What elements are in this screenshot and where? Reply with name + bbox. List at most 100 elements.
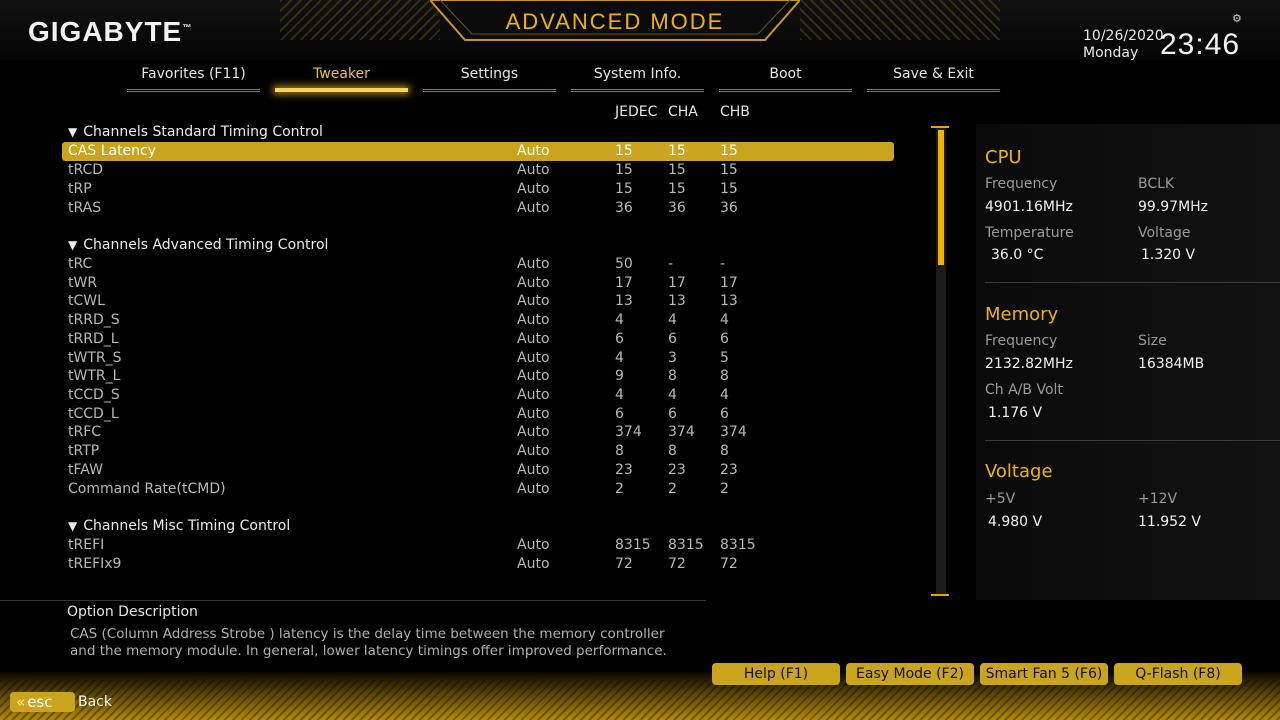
jedec-value: 72 <box>615 556 633 572</box>
memory-volt-value: 1.176 V <box>988 405 1043 421</box>
advanced-mode-banner: ADVANCED MODE <box>430 0 800 42</box>
row-trp[interactable]: tRP Auto 15 15 15 <box>62 180 894 199</box>
tab-system-info[interactable]: System Info. <box>571 66 704 92</box>
section-title: Channels Misc Timing Control <box>83 518 291 534</box>
chb-value: 4 <box>720 312 729 328</box>
tab-label: Boot <box>769 66 802 82</box>
row-tccd-s[interactable]: tCCD_S Auto 4 4 4 <box>62 386 894 405</box>
description-line: and the memory module. In general, lower… <box>70 643 667 659</box>
chb-value: 13 <box>720 293 738 309</box>
esc-label: esc <box>27 693 53 711</box>
tab-favorites[interactable]: Favorites (F11) <box>127 66 260 92</box>
section-standard-timing[interactable]: ▼ Channels Standard Timing Control <box>68 124 323 140</box>
date-display: 10/26/2020 Monday <box>1083 28 1164 62</box>
chb-value: 8 <box>720 443 729 459</box>
cha-value: 23 <box>668 462 686 478</box>
v12-label: +12V <box>1138 491 1178 507</box>
help-button[interactable]: Help (F1) <box>712 663 840 685</box>
row-trefi[interactable]: tREFI Auto 8315 8315 8315 <box>62 536 894 555</box>
cpu-frequency-value: 4901.16MHz <box>985 199 1073 215</box>
row-twtr-s[interactable]: tWTR_S Auto 4 3 5 <box>62 349 894 368</box>
section-advanced-timing[interactable]: ▼ Channels Advanced Timing Control <box>68 237 328 253</box>
row-tras[interactable]: tRAS Auto 36 36 36 <box>62 199 894 218</box>
section-title: Channels Advanced Timing Control <box>83 237 329 253</box>
row-trfc[interactable]: tRFC Auto 374 374 374 <box>62 423 894 442</box>
cha-value: 6 <box>668 406 677 422</box>
esc-button[interactable]: «esc <box>10 692 75 712</box>
day-text: Monday <box>1083 45 1139 61</box>
setting-name: tRCD <box>68 162 104 178</box>
chb-value: 8315 <box>720 537 756 553</box>
chb-value: 4 <box>720 387 729 403</box>
row-command-rate[interactable]: Command Rate(tCMD) Auto 2 2 2 <box>62 480 894 499</box>
cha-value: 4 <box>668 387 677 403</box>
chb-value: 23 <box>720 462 738 478</box>
cpu-temperature-value: 36.0 °C <box>991 247 1044 263</box>
section-title: Channels Standard Timing Control <box>83 124 323 140</box>
row-trtp[interactable]: tRTP Auto 8 8 8 <box>62 442 894 461</box>
jedec-value: 6 <box>615 406 624 422</box>
cpu-voltage-value: 1.320 V <box>1141 247 1196 263</box>
triangle-down-icon: ▼ <box>68 238 78 252</box>
tab-settings[interactable]: Settings <box>423 66 556 92</box>
cha-value: 4 <box>668 312 677 328</box>
qflash-button[interactable]: Q-Flash (F8) <box>1114 663 1242 685</box>
info-divider <box>985 440 1280 441</box>
jedec-value: 374 <box>615 424 642 440</box>
row-trefix9[interactable]: tREFIx9 Auto 72 72 72 <box>62 555 894 574</box>
chb-value: 15 <box>720 143 738 159</box>
clock-display: 23:46 <box>1160 28 1241 61</box>
setting-name: tRAS <box>68 200 102 216</box>
scrollbar-cap-bottom <box>931 594 949 596</box>
setting-value: Auto <box>517 443 550 459</box>
tab-boot[interactable]: Boot <box>719 66 852 92</box>
row-twtr-l[interactable]: tWTR_L Auto 9 8 8 <box>62 367 894 386</box>
cha-value: 8 <box>668 368 677 384</box>
row-trcd[interactable]: tRCD Auto 15 15 15 <box>62 161 894 180</box>
cha-value: 3 <box>668 350 677 366</box>
row-twr[interactable]: tWR Auto 17 17 17 <box>62 274 894 293</box>
tab-save-exit[interactable]: Save & Exit <box>867 66 1000 92</box>
memory-size-label: Size <box>1138 333 1167 349</box>
voltage-title: Voltage <box>985 461 1053 482</box>
tab-label: System Info. <box>593 66 682 82</box>
tab-label: Save & Exit <box>893 66 974 82</box>
memory-title: Memory <box>985 304 1059 325</box>
row-trrd-l[interactable]: tRRD_L Auto 6 6 6 <box>62 330 894 349</box>
row-cas-latency[interactable]: CAS Latency Auto 15 15 15 <box>62 142 894 161</box>
setting-value: Auto <box>517 556 550 572</box>
tab-tweaker[interactable]: Tweaker <box>275 66 408 92</box>
scrollbar-thumb[interactable] <box>938 130 944 265</box>
cha-value: 15 <box>668 162 686 178</box>
setting-value: Auto <box>517 256 550 272</box>
section-misc-timing[interactable]: ▼ Channels Misc Timing Control <box>68 518 290 534</box>
column-header-jedec: JEDEC <box>615 104 658 120</box>
jedec-value: 6 <box>615 331 624 347</box>
smart-fan-button[interactable]: Smart Fan 5 (F6) <box>980 663 1108 685</box>
setting-name: tWTR_S <box>68 350 122 366</box>
chb-value: 36 <box>720 200 738 216</box>
column-header-chb: CHB <box>720 104 750 120</box>
option-description-text: CAS (Column Address Strobe ) latency is … <box>70 626 690 660</box>
v5-label: +5V <box>985 491 1016 507</box>
setting-value: Auto <box>517 162 550 178</box>
chb-value: 15 <box>720 162 738 178</box>
row-trc[interactable]: tRC Auto 50 - - <box>62 255 894 274</box>
scrollbar-cap-top <box>931 126 949 128</box>
row-trrd-s[interactable]: tRRD_S Auto 4 4 4 <box>62 311 894 330</box>
setting-value: Auto <box>517 275 550 291</box>
gear-icon[interactable]: ⚙ <box>1232 12 1242 25</box>
jedec-value: 15 <box>615 162 633 178</box>
description-line: CAS (Column Address Strobe ) latency is … <box>70 626 665 642</box>
jedec-value: 8315 <box>615 537 651 553</box>
setting-value: Auto <box>517 331 550 347</box>
row-tccd-l[interactable]: tCCD_L Auto 6 6 6 <box>62 405 894 424</box>
jedec-value: 4 <box>615 387 624 403</box>
column-header-cha: CHA <box>668 104 698 120</box>
setting-name: Command Rate(tCMD) <box>68 481 226 497</box>
easy-mode-button[interactable]: Easy Mode (F2) <box>846 663 974 685</box>
jedec-value: 17 <box>615 275 633 291</box>
row-tfaw[interactable]: tFAW Auto 23 23 23 <box>62 461 894 480</box>
setting-name: tCCD_L <box>68 406 119 422</box>
row-tcwl[interactable]: tCWL Auto 13 13 13 <box>62 292 894 311</box>
